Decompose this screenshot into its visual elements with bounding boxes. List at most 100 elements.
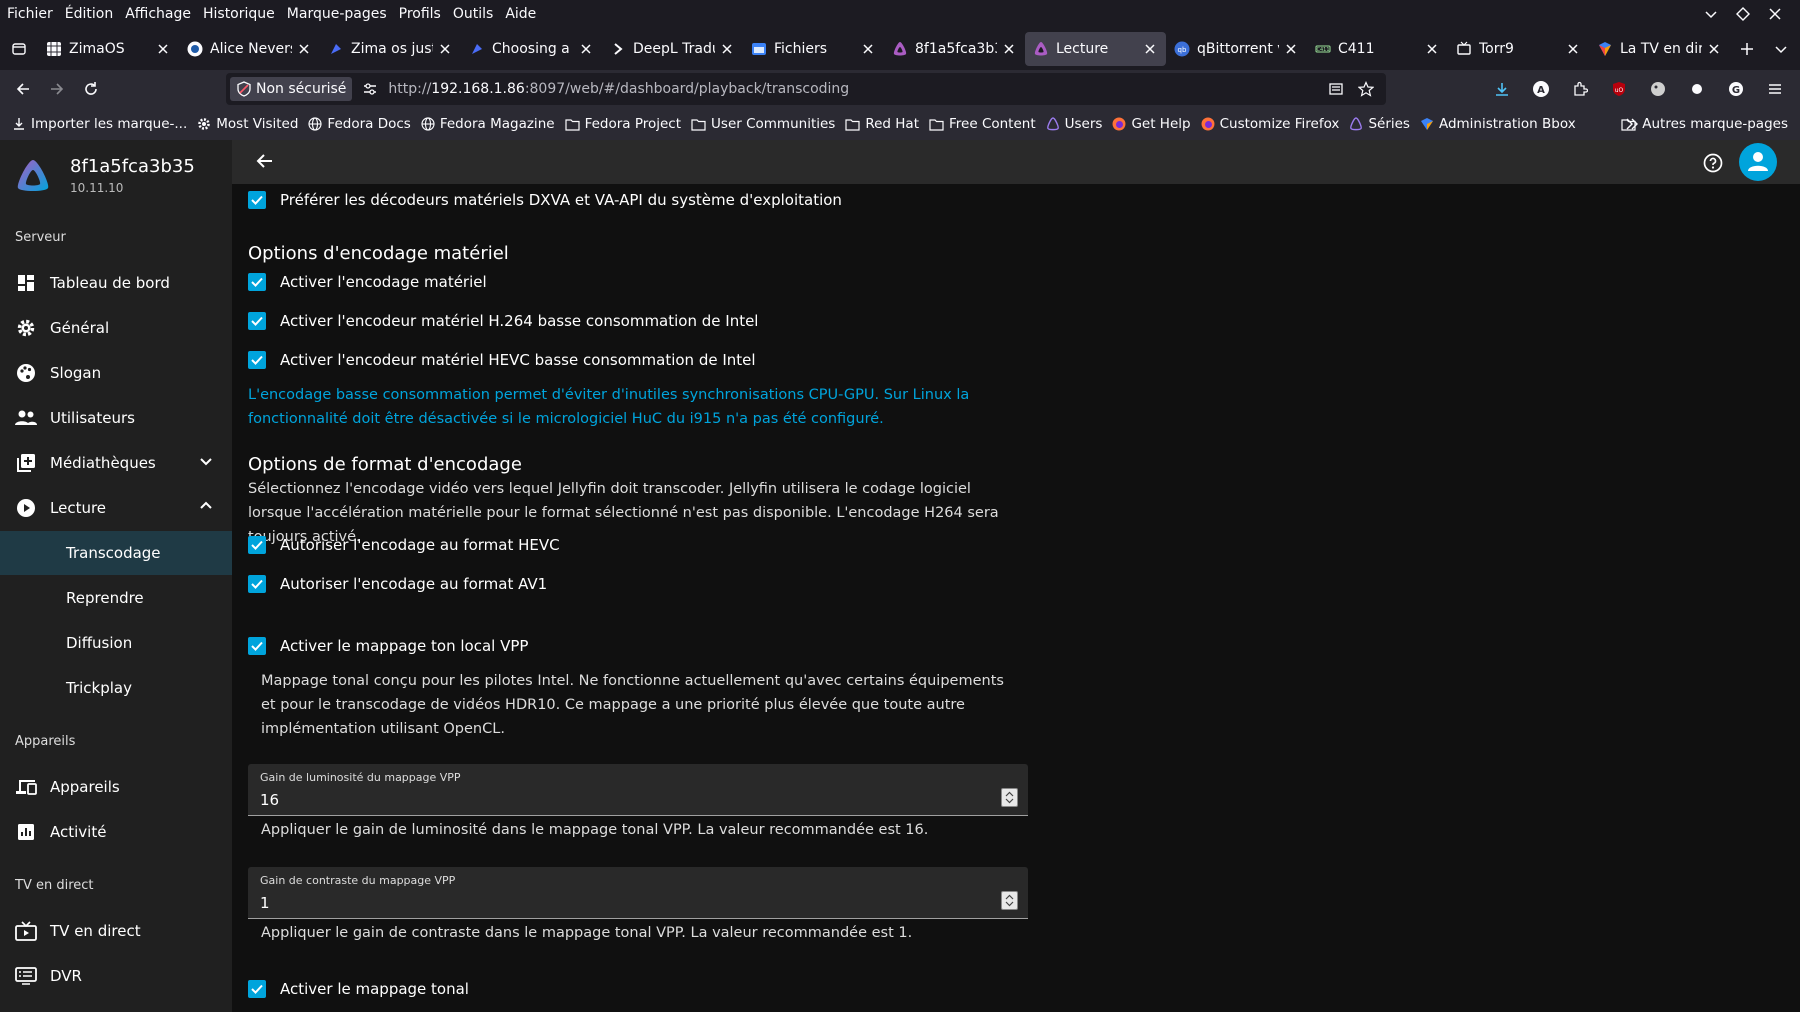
url-text[interactable]: http://192.168.1.86:8097/web/#/dashboard… (388, 81, 849, 97)
close-tab-icon[interactable] (1283, 41, 1299, 57)
checkbox-checked-icon[interactable] (248, 536, 266, 554)
bookmark-item[interactable]: Free Content (924, 116, 1041, 132)
security-indicator[interactable]: Non sécurisé (230, 77, 353, 101)
bookmark-item[interactable]: Customize Firefox (1196, 116, 1345, 132)
close-tab-icon[interactable] (296, 41, 312, 57)
extensions-icon[interactable] (1565, 72, 1595, 106)
sidebar-item-livetv[interactable]: TV en direct (0, 909, 232, 953)
chevron-up-icon[interactable] (198, 498, 214, 514)
checkbox-checked-icon[interactable] (248, 273, 266, 291)
sidebar-item-playback[interactable]: Lecture (0, 486, 232, 530)
vpp-brightness-input[interactable]: 16 (260, 791, 279, 809)
close-window-icon[interactable] (1766, 5, 1784, 23)
browser-tab[interactable]: Torr9 (1448, 32, 1589, 66)
star-bookmark-icon[interactable] (1358, 81, 1374, 97)
allow-av1-checkbox[interactable]: Autoriser l'encodage au format AV1 (248, 575, 547, 593)
checkbox-checked-icon[interactable] (248, 312, 266, 330)
bookmark-item[interactable]: Importer les marque-... (0, 116, 192, 132)
menu-tools[interactable]: Outils (447, 6, 499, 22)
enable-h264-lowpower-checkbox[interactable]: Activer l'encodeur matériel H.264 basse … (248, 312, 758, 330)
browser-tab[interactable]: DeepL Traduc (602, 32, 743, 66)
vpp-tonemap-checkbox[interactable]: Activer le mappage ton local VPP (248, 637, 528, 655)
grammar-extension-icon[interactable]: G (1721, 72, 1751, 106)
bookmark-item[interactable]: Fedora Project (560, 116, 686, 132)
download-icon[interactable] (1487, 72, 1517, 106)
prefer-system-decoders-checkbox[interactable]: Préférer les décodeurs matériels DXVA et… (248, 191, 842, 209)
checkbox-checked-icon[interactable] (248, 351, 266, 369)
enable-tonemapping-checkbox[interactable]: Activer le mappage tonal (248, 980, 469, 998)
user-avatar-button[interactable] (1739, 143, 1777, 181)
number-spinner-icon[interactable] (1001, 788, 1018, 807)
bookmark-item[interactable]: Séries (1344, 116, 1415, 132)
browser-tab[interactable]: Fichiers (743, 32, 884, 66)
browser-tab[interactable]: qb qBittorrent v5 (1166, 32, 1307, 66)
menu-file[interactable]: Fichier (0, 6, 59, 22)
browser-tab[interactable]: Zima os just s (320, 32, 461, 66)
hamburger-menu-icon[interactable] (1760, 72, 1790, 106)
bookmark-item[interactable]: User Communities (686, 116, 840, 132)
chevron-down-icon[interactable] (198, 453, 214, 469)
vpp-brightness-field[interactable]: Gain de luminosité du mappage VPP 16 (248, 764, 1028, 816)
enable-hw-encoding-checkbox[interactable]: Activer l'encodage matériel (248, 273, 487, 291)
reader-view-icon[interactable] (1328, 81, 1344, 97)
permissions-icon[interactable] (362, 81, 378, 97)
checkbox-checked-icon[interactable] (248, 575, 266, 593)
url-bar[interactable]: Non sécurisé http://192.168.1.86:8097/we… (226, 73, 1386, 105)
close-tab-icon[interactable] (578, 41, 594, 57)
browser-tab[interactable]: ZimaOS (38, 32, 179, 66)
sidebar-item-users[interactable]: Utilisateurs (0, 396, 232, 440)
menu-history[interactable]: Historique (197, 6, 281, 22)
bookmark-item[interactable]: Administration Bbox (1415, 116, 1581, 132)
browser-tab[interactable]: 8f1a5fca3b35 (884, 32, 1025, 66)
menu-help[interactable]: Aide (499, 6, 542, 22)
browser-tab[interactable]: Lecture (1025, 32, 1166, 66)
forward-arrow-icon[interactable] (40, 72, 74, 106)
vpp-contrast-field[interactable]: Gain de contraste du mappage VPP 1 (248, 867, 1028, 919)
close-tab-icon[interactable] (1142, 41, 1158, 57)
allow-hevc-checkbox[interactable]: Autoriser l'encodage au format HEVC (248, 536, 560, 554)
sidebar-item-devices[interactable]: Appareils (0, 765, 232, 809)
close-tab-icon[interactable] (860, 41, 876, 57)
close-tab-icon[interactable] (1424, 41, 1440, 57)
menu-profiles[interactable]: Profils (393, 6, 447, 22)
bookmark-item[interactable]: Red Hat (840, 116, 924, 132)
menu-bookmarks[interactable]: Marque-pages (281, 6, 393, 22)
maximize-icon[interactable] (1734, 5, 1752, 23)
browser-tab[interactable]: Alice Nevers - (179, 32, 320, 66)
reload-icon[interactable] (74, 72, 108, 106)
menu-view[interactable]: Affichage (119, 6, 197, 22)
account-icon[interactable]: A (1526, 72, 1556, 106)
other-bookmarks[interactable]: Autres marque-pages (1621, 108, 1788, 140)
sidebar-item-general[interactable]: Général (0, 306, 232, 350)
vpp-contrast-input[interactable]: 1 (260, 894, 270, 912)
close-tab-icon[interactable] (1001, 41, 1017, 57)
checkbox-checked-icon[interactable] (248, 191, 266, 209)
minimize-icon[interactable] (1702, 5, 1720, 23)
dot-extension-icon[interactable] (1682, 72, 1712, 106)
bookmark-item[interactable]: Get Help (1107, 116, 1195, 132)
bookmark-item[interactable]: Users (1041, 116, 1108, 132)
new-tab-icon[interactable] (1730, 32, 1764, 66)
close-tab-icon[interactable] (1565, 41, 1581, 57)
help-button[interactable] (1703, 153, 1723, 173)
close-tab-icon[interactable] (719, 41, 735, 57)
palette-extension-icon[interactable] (1643, 72, 1673, 106)
bookmark-item[interactable]: Fedora Docs (303, 116, 415, 132)
tab-list-icon[interactable] (0, 32, 38, 66)
server-header[interactable]: 8f1a5fca3b35 10.11.10 (14, 156, 195, 195)
close-tab-icon[interactable] (155, 41, 171, 57)
tab-overflow-icon[interactable] (1764, 32, 1798, 66)
sidebar-item-resume[interactable]: Reprendre (0, 576, 232, 620)
sidebar-item-dvr[interactable]: DVR (0, 954, 232, 998)
back-arrow-icon[interactable] (6, 72, 40, 106)
ublock-icon[interactable]: uO (1604, 72, 1634, 106)
enable-hevc-lowpower-checkbox[interactable]: Activer l'encodeur matériel HEVC basse c… (248, 351, 756, 369)
browser-tab[interactable]: La TV en direc (1589, 32, 1730, 66)
bookmark-item[interactable]: Most Visited (192, 116, 303, 132)
sidebar-item-branding[interactable]: Slogan (0, 351, 232, 395)
bookmark-item[interactable]: Fedora Magazine (416, 116, 560, 132)
number-spinner-icon[interactable] (1001, 891, 1018, 910)
sidebar-item-trickplay[interactable]: Trickplay (0, 666, 232, 710)
checkbox-checked-icon[interactable] (248, 637, 266, 655)
sidebar-item-dashboard[interactable]: Tableau de bord (0, 261, 232, 305)
